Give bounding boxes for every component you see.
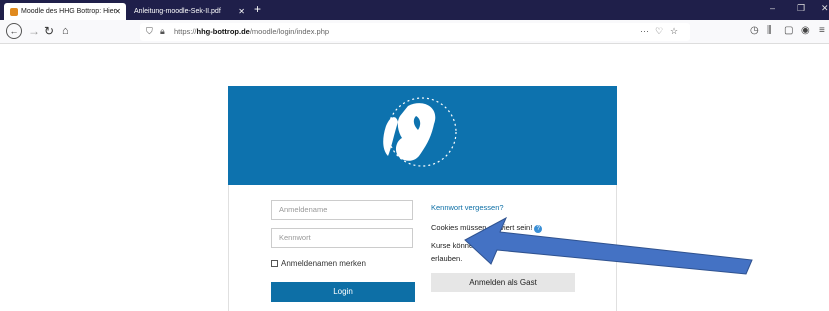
pointer-arrow-icon <box>464 216 753 275</box>
annotation-arrow <box>464 216 753 275</box>
